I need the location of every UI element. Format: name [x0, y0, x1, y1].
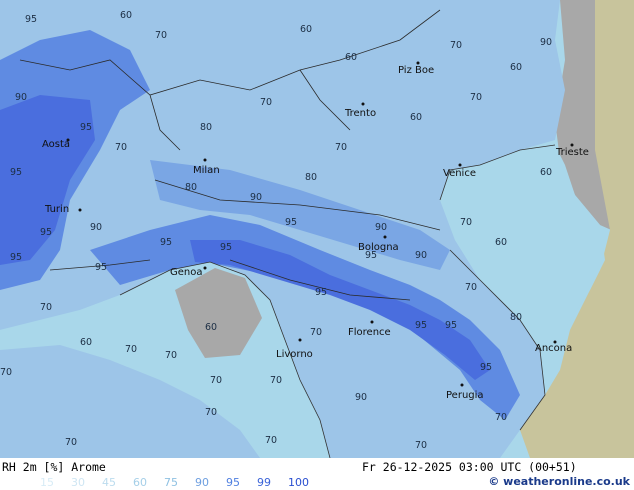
iso-label: 70	[205, 407, 217, 418]
city-label-milan: Milan	[193, 165, 220, 176]
legend-value: 45	[102, 476, 116, 489]
iso-label: 70	[335, 142, 347, 153]
iso-label: 70	[155, 30, 167, 41]
iso-label: 90	[415, 250, 427, 261]
iso-label: 70	[0, 367, 12, 378]
iso-label: 90	[355, 392, 367, 403]
iso-label: 95	[415, 320, 427, 331]
city-label-trieste: Trieste	[555, 147, 589, 158]
legend-value: 90	[195, 476, 209, 489]
iso-label: 80	[510, 312, 522, 323]
iso-label: 70	[125, 344, 137, 355]
iso-label: 95	[10, 252, 22, 263]
iso-label: 95	[480, 362, 492, 373]
iso-label: 70	[265, 435, 277, 446]
iso-label: 95	[10, 167, 22, 178]
iso-label: 70	[450, 40, 462, 51]
iso-label: 60	[300, 24, 312, 35]
iso-label: 70	[415, 440, 427, 451]
iso-label: 90	[250, 192, 262, 203]
iso-label: 95	[95, 262, 107, 273]
iso-label: 60	[120, 10, 132, 21]
iso-label: 60	[510, 62, 522, 73]
city-label-piz-boe: Piz Boe	[398, 65, 434, 76]
iso-label: 60	[80, 337, 92, 348]
legend-value: 15	[40, 476, 54, 489]
legend-value: 95	[226, 476, 240, 489]
iso-label: 70	[465, 282, 477, 293]
legend-value: 60	[133, 476, 147, 489]
iso-label: 95	[160, 237, 172, 248]
iso-label: 95	[445, 320, 457, 331]
city-label-genoa: Genoa	[170, 267, 203, 278]
city-label-perugia: Perugia	[446, 390, 484, 401]
iso-label: 95	[40, 227, 52, 238]
credit-link[interactable]: © weatheronline.co.uk	[488, 475, 630, 488]
legend-value: 100	[288, 476, 309, 489]
variable-label: RH 2m [%] Arome	[2, 460, 106, 474]
rh-map: 95 60 70 60 60 70 60 90 90 95 70 80 70 7…	[0, 0, 634, 458]
iso-label: 70	[115, 142, 127, 153]
iso-label: 70	[165, 350, 177, 361]
iso-label: 70	[260, 97, 272, 108]
city-label-turin: Turin	[44, 204, 69, 215]
iso-label: 60	[540, 167, 552, 178]
iso-label: 70	[310, 327, 322, 338]
city-label-livorno: Livorno	[276, 349, 313, 360]
iso-label: 90	[540, 37, 552, 48]
legend-value: 75	[164, 476, 178, 489]
iso-label: 95	[220, 242, 232, 253]
iso-label: 70	[470, 92, 482, 103]
datetime-label: Fr 26-12-2025 03:00 UTC (00+51)	[362, 460, 577, 474]
iso-label: 90	[90, 222, 102, 233]
iso-label: 70	[210, 375, 222, 386]
city-label-aosta: Aosta	[42, 139, 70, 150]
city-label-bologna: Bologna	[358, 242, 399, 253]
iso-label: 95	[80, 122, 92, 133]
iso-label: 90	[375, 222, 387, 233]
iso-label: 90	[15, 92, 27, 103]
city-label-venice: Venice	[443, 168, 476, 179]
iso-label: 95	[25, 14, 37, 25]
legend-scale: 15 30 45 60 75 90 95 99 100	[40, 476, 319, 489]
iso-label: 70	[495, 412, 507, 423]
city-label-florence: Florence	[348, 327, 391, 338]
iso-label: 70	[460, 217, 472, 228]
iso-label: 80	[305, 172, 317, 183]
iso-label: 80	[185, 182, 197, 193]
iso-label: 70	[270, 375, 282, 386]
iso-label: 60	[495, 237, 507, 248]
iso-label: 70	[65, 437, 77, 448]
city-label-trento: Trento	[344, 108, 376, 119]
iso-label: 60	[205, 322, 217, 333]
legend-value: 30	[71, 476, 85, 489]
legend-value: 99	[257, 476, 271, 489]
iso-label: 95	[285, 217, 297, 228]
iso-label: 80	[200, 122, 212, 133]
iso-label: 70	[40, 302, 52, 313]
city-label-ancona: Ancona	[535, 343, 572, 354]
iso-label: 60	[345, 52, 357, 63]
iso-label: 60	[410, 112, 422, 123]
iso-label: 95	[315, 287, 327, 298]
